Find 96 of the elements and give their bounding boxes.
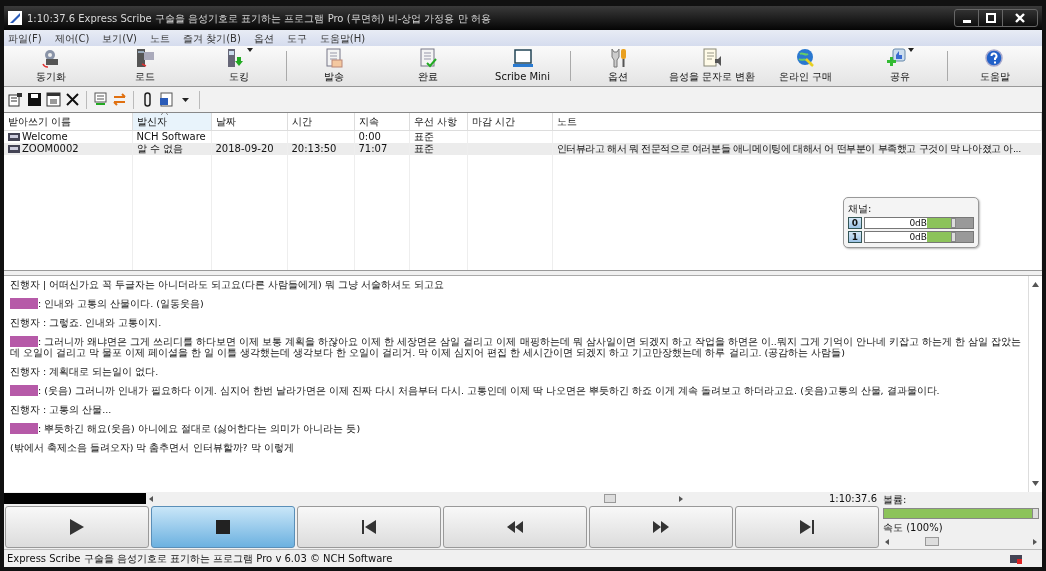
toolbar-button[interactable]: 온라인 구매 [758,46,853,86]
column-header[interactable]: 시간 [287,113,354,130]
swap-icon[interactable] [112,92,127,107]
toolbar-button[interactable]: 동기화 [4,46,99,86]
transcript-paragraph: (밖에서 축제소음 들려오자) 막 춤추면서 인터뷰할까? 막 이렇게 [10,442,295,453]
skip-back-icon [360,518,378,536]
help-icon [984,48,1006,68]
app-icon [8,11,22,25]
scroll-down-icon[interactable] [1032,481,1039,486]
table-cell: NCH Software [136,130,206,142]
tray-icon[interactable] [1010,553,1022,564]
table-cell: 2018-09-20 [215,142,274,154]
column-header[interactable]: 날짜 [211,113,287,130]
panel-title: 채널: [848,202,873,216]
toolbar-button[interactable]: 옵션 [570,46,665,86]
scroll-right-icon[interactable] [1033,539,1037,545]
window-icon[interactable] [46,92,61,107]
list-icon[interactable] [93,92,108,107]
scroll-left-icon[interactable] [149,496,153,502]
transcript-paragraph: 진행자 : 계획대로 되는일이 없다. [10,366,160,377]
tape-icon [8,132,20,141]
toolbar-button[interactable]: 로드 [98,46,193,86]
skip-forward-button[interactable] [735,506,879,548]
table-cell: 표준 [413,142,434,154]
toolbar-button[interactable]: Scribe Mini [475,46,570,86]
close-icon [1015,13,1025,23]
transcript-paragraph: 진행자 | 어떠신가요 꼭 두글자는 아니더라도 되고요(다른 사람들에게) 뭐 그냥 서술하셔도 되고요 [10,279,445,290]
checked-document-icon [417,48,440,68]
menu-item[interactable]: 즐겨 찾기(B) [183,30,241,46]
table-cell: 알 수 없음 [136,142,183,154]
skip-forward-icon [798,518,816,536]
transcript-paragraph: 진행자 : 고통의 산물... [10,404,113,415]
transcript-paragraph: 진행자 : 그렇죠. 인내와 고통이지. [10,317,163,328]
table-cell: 표준 [413,130,434,142]
help-button[interactable]: 도움말 [947,46,1043,86]
table-cell: 71:07 [358,142,388,154]
menu-item[interactable]: 옵션 [253,30,274,46]
thumbs-up-icon [885,48,908,68]
document-icon [323,48,346,68]
word-document-icon[interactable] [159,92,174,107]
menu-item[interactable]: 보기(V) [102,30,137,46]
rewind-icon [506,518,524,536]
time-display: 1:10:37.6 [827,492,878,506]
channel-button[interactable]: 0 [848,217,862,229]
play-icon [68,518,86,536]
toolbar-button[interactable]: 발송 [287,46,382,86]
column-header[interactable]: 지속 [354,113,409,130]
transcript-paragraph: : (웃음) 그러니까 인내가 필요하다 이게. 심지어 한번 날라가면은 이제 진짜 다시 처음부터 다시. 고통인데 이제 딱 나오면은 뿌듯하긴 하죠 이게 계속 돌려보고 하더라고요. (웃음)고통의 산물, 결과물이다. [10,385,1022,396]
status-text: Express Scribe 구술을 음성기호로 표기하는 프로그램 Pro v 6.03 © NCH Software [7,552,393,566]
properties-icon[interactable] [8,92,23,107]
speaker-document-icon [700,48,723,68]
transcript-paragraph: : 뿌듯하긴 해요(웃음) 아니에요 절대로 (싫어한다는 의미가 아니라는 듯) [10,423,1022,434]
stop-button[interactable] [151,506,295,548]
channel-button[interactable]: 1 [848,231,862,243]
window-title: 1:10:37.6 Express Scribe 구술을 음성기호로 표기하는 프로그램 Pro (무면허) 비-상업 가정용 만 허용 [27,11,491,26]
scroll-up-icon[interactable] [1032,282,1039,287]
column-header[interactable]: 마감 시간 [467,113,552,130]
menu-item[interactable]: 노트 [150,30,170,46]
volume-label: 볼륨: [883,493,907,507]
level-slider[interactable]: 0dB [864,231,974,243]
menu-item[interactable]: 제어(C) [54,30,90,46]
column-header[interactable]: 노트 [552,113,1042,130]
transcript-paragraph: : 그러니까 왜냐면은 그게 쓰리디를 하다보면 이제 보통 계획을 하잖아요 이제 한 세장면은 삼일 걸리고 이제 매핑하는데 뭐 삼사일이면 되겠지 하고 작업을 하면은 이..뭐지 그게 기억이 안나네 키잡고 하는게 한 삼일 잡았는데 오일이 걸리고 막 물포 이제 페이셜을 한 일 이틀 생각했는데 생각보다 한 오일이 걸리거. 막 이제 심지어 편집 한 세시간이면 되겠지 하고 기고만장했는데 하루 걸리고. (공감하는 사람들) [10,336,1022,358]
toolbar-button[interactable]: 공유 [852,46,947,86]
menu-item[interactable]: 도구 [286,30,307,46]
table-cell: 인터뷰라고 해서 뭐 전문적으로 여러분들 애니메이팅에 대해서 어 떤부분이 부족했고 구것이 막 나아졌고 아... [556,142,1021,154]
column-header[interactable]: 받아쓰기 이름 [4,113,132,130]
stop-icon [214,518,232,536]
minimize-icon [962,20,971,23]
scroll-right-icon[interactable] [679,496,683,502]
volume-slider[interactable] [883,508,1039,519]
menu-item[interactable]: 도움말(H) [319,30,366,46]
level-slider[interactable]: 0dB [864,217,974,229]
level-reading: 0dB [865,218,927,228]
column-header[interactable]: 우선 사항 [409,113,467,130]
delete-icon[interactable] [65,92,80,107]
table-cell: 0:00 [358,130,381,142]
save-icon[interactable] [27,92,42,107]
fast-forward-icon [652,518,670,536]
table-cell: 20:13:50 [291,142,337,154]
tape-icon [8,144,20,153]
maximize-icon [985,13,996,23]
transcript-paragraph: : 인내와 고통의 산물이다. (일동웃음) [10,298,1022,309]
column-header[interactable]: 발신자 [132,113,211,130]
speed-slider[interactable] [883,536,1039,547]
menu-item[interactable]: 파일(F) [8,30,42,46]
scroll-left-icon[interactable] [885,539,889,545]
file-name[interactable]: Welcome [22,130,68,142]
server-icon [134,48,157,68]
speed-label: 속도 (100%) [883,521,943,535]
level-reading: 0dB [865,232,927,242]
monitor-icon [511,48,534,68]
toolbar-button[interactable]: 완료 [381,46,476,86]
rewind-button[interactable] [443,506,587,548]
toolbar-button[interactable]: 음성을 문자로 변환 [664,46,759,86]
toolbar-button[interactable]: 도킹 [192,46,287,86]
